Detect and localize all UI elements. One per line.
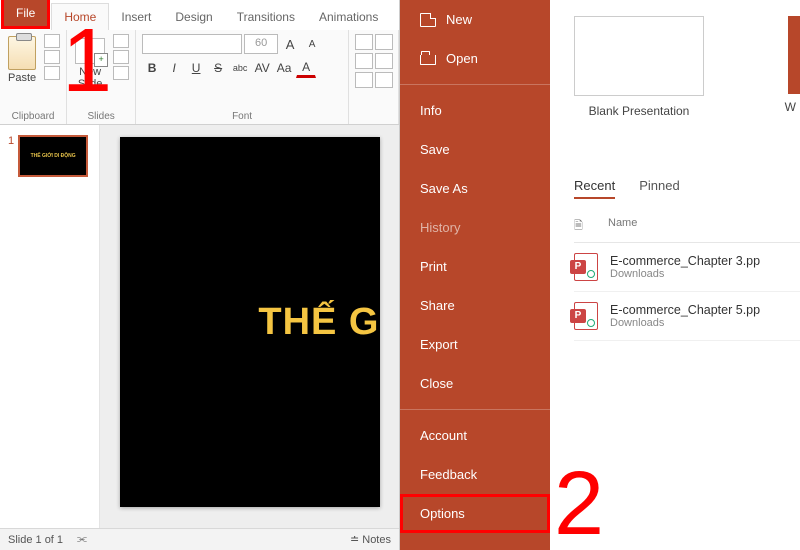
file-location: Downloads bbox=[610, 268, 760, 280]
paste-label: Paste bbox=[8, 72, 36, 84]
bullets-button[interactable] bbox=[355, 34, 373, 50]
spellcheck-icon[interactable]: ⫘ bbox=[77, 533, 87, 546]
template-label-cutoff: W bbox=[785, 100, 796, 114]
notes-button[interactable]: ≐ Notes bbox=[350, 533, 391, 546]
align-left-button[interactable] bbox=[355, 53, 373, 69]
slide-canvas[interactable]: THẾ G bbox=[120, 137, 380, 507]
powerpoint-file-icon bbox=[574, 253, 598, 281]
file-menu-new[interactable]: New bbox=[400, 0, 550, 39]
thumb-number: 1 bbox=[8, 135, 14, 177]
align-center-button[interactable] bbox=[375, 53, 393, 69]
recent-tabs: Recent Pinned bbox=[574, 178, 800, 199]
slide-title-text: THẾ G bbox=[258, 301, 379, 344]
clipboard-icon bbox=[8, 36, 36, 70]
section-button[interactable] bbox=[113, 66, 129, 80]
file-menu-open[interactable]: Open bbox=[400, 39, 550, 78]
blank-presentation-label: Blank Presentation bbox=[574, 104, 704, 118]
file-menu-close[interactable]: Close bbox=[400, 364, 550, 403]
cut-button[interactable] bbox=[44, 34, 60, 48]
clipboard-group-label: Clipboard bbox=[6, 109, 60, 122]
thumb-text: THẾ GIỚI DI ĐỘNG bbox=[31, 153, 76, 159]
spacing-button[interactable]: AV bbox=[252, 58, 272, 78]
new-slide-icon bbox=[75, 38, 105, 64]
decrease-indent-button[interactable] bbox=[355, 72, 373, 88]
powerpoint-file-icon bbox=[574, 302, 598, 330]
shrink-font-button[interactable]: A bbox=[302, 34, 322, 54]
file-menu-options[interactable]: Options bbox=[400, 494, 550, 533]
font-group-label: Font bbox=[142, 109, 342, 122]
slide-thumbnails: 1 THẾ GIỚI DI ĐỘNG bbox=[0, 125, 100, 528]
italic-button[interactable]: I bbox=[164, 58, 184, 78]
new-icon bbox=[420, 13, 436, 27]
grow-font-button[interactable]: A bbox=[280, 34, 300, 54]
shadow-button[interactable]: abc bbox=[230, 58, 250, 78]
status-bar: Slide 1 of 1 ⫘ ≐ Notes bbox=[0, 528, 399, 550]
slides-group-label: Slides bbox=[73, 109, 129, 122]
file-menu-info[interactable]: Info bbox=[400, 91, 550, 130]
ribbon-tabs: File Home Insert Design Transitions Anim… bbox=[0, 0, 399, 30]
slide-thumbnail-1[interactable]: THẾ GIỚI DI ĐỘNG bbox=[18, 135, 88, 177]
open-icon bbox=[420, 55, 436, 65]
increase-indent-button[interactable] bbox=[375, 72, 393, 88]
file-list-header: 🗎 Name bbox=[574, 217, 800, 243]
file-menu-share[interactable]: Share bbox=[400, 286, 550, 325]
tab-pinned[interactable]: Pinned bbox=[639, 178, 679, 199]
format-painter-button[interactable] bbox=[44, 66, 60, 80]
header-name-col: Name bbox=[608, 217, 637, 236]
file-name: E-commerce_Chapter 3.pp bbox=[610, 254, 760, 268]
ribbon: Paste Clipboard New Slide bbox=[0, 30, 399, 125]
tab-insert[interactable]: Insert bbox=[109, 4, 163, 30]
bold-button[interactable]: B bbox=[142, 58, 162, 78]
file-menu-saveas[interactable]: Save As bbox=[400, 169, 550, 208]
tab-file[interactable]: File bbox=[1, 0, 50, 29]
slide-canvas-area[interactable]: THẾ G bbox=[100, 125, 399, 528]
reset-button[interactable] bbox=[113, 50, 129, 64]
annotation-marker-2: 2 bbox=[554, 453, 604, 550]
strike-button[interactable]: S bbox=[208, 58, 228, 78]
backstage-panel: Blank Presentation W Recent Pinned 🗎 Nam… bbox=[550, 0, 800, 550]
file-location: Downloads bbox=[610, 317, 760, 329]
underline-button[interactable]: U bbox=[186, 58, 206, 78]
group-clipboard: Paste Clipboard bbox=[0, 30, 67, 124]
header-icon-col: 🗎 bbox=[574, 217, 608, 236]
file-menu-print[interactable]: Print bbox=[400, 247, 550, 286]
tab-transitions[interactable]: Transitions bbox=[225, 4, 307, 30]
layout-button[interactable] bbox=[113, 34, 129, 48]
paste-button[interactable]: Paste bbox=[6, 34, 38, 86]
numbering-button[interactable] bbox=[375, 34, 393, 50]
file-menu-history: History bbox=[400, 208, 550, 247]
font-name-input[interactable] bbox=[142, 34, 242, 54]
group-font: 60 A A B I U S abc AV Aa A Fon bbox=[136, 30, 349, 124]
font-color-button[interactable]: A bbox=[296, 58, 316, 78]
case-button[interactable]: Aa bbox=[274, 58, 294, 78]
tab-animations[interactable]: Animations bbox=[307, 4, 390, 30]
file-menu-account[interactable]: Account bbox=[400, 416, 550, 455]
workspace: 1 THẾ GIỚI DI ĐỘNG THẾ G bbox=[0, 125, 399, 528]
file-menu-save[interactable]: Save bbox=[400, 130, 550, 169]
blank-presentation-thumb[interactable] bbox=[574, 16, 704, 96]
recent-file-1[interactable]: E-commerce_Chapter 3.pp Downloads bbox=[574, 243, 800, 292]
file-menu-feedback[interactable]: Feedback bbox=[400, 455, 550, 494]
recent-file-2[interactable]: E-commerce_Chapter 5.pp Downloads bbox=[574, 292, 800, 341]
file-name: E-commerce_Chapter 5.pp bbox=[610, 303, 760, 317]
file-menu-export[interactable]: Export bbox=[400, 325, 550, 364]
group-slides: New Slide Slides bbox=[67, 30, 136, 124]
new-slide-label: New Slide bbox=[78, 66, 102, 90]
tab-recent[interactable]: Recent bbox=[574, 178, 615, 199]
group-paragraph bbox=[349, 30, 399, 124]
template-accent bbox=[788, 16, 800, 94]
file-menu: New Open Info Save Save As History Print… bbox=[400, 0, 550, 550]
tab-design[interactable]: Design bbox=[163, 4, 224, 30]
font-size-input[interactable]: 60 bbox=[244, 34, 278, 54]
slide-count: Slide 1 of 1 bbox=[8, 534, 63, 546]
tab-home[interactable]: Home bbox=[51, 3, 109, 30]
new-slide-button[interactable]: New Slide bbox=[73, 34, 107, 92]
copy-button[interactable] bbox=[44, 50, 60, 64]
